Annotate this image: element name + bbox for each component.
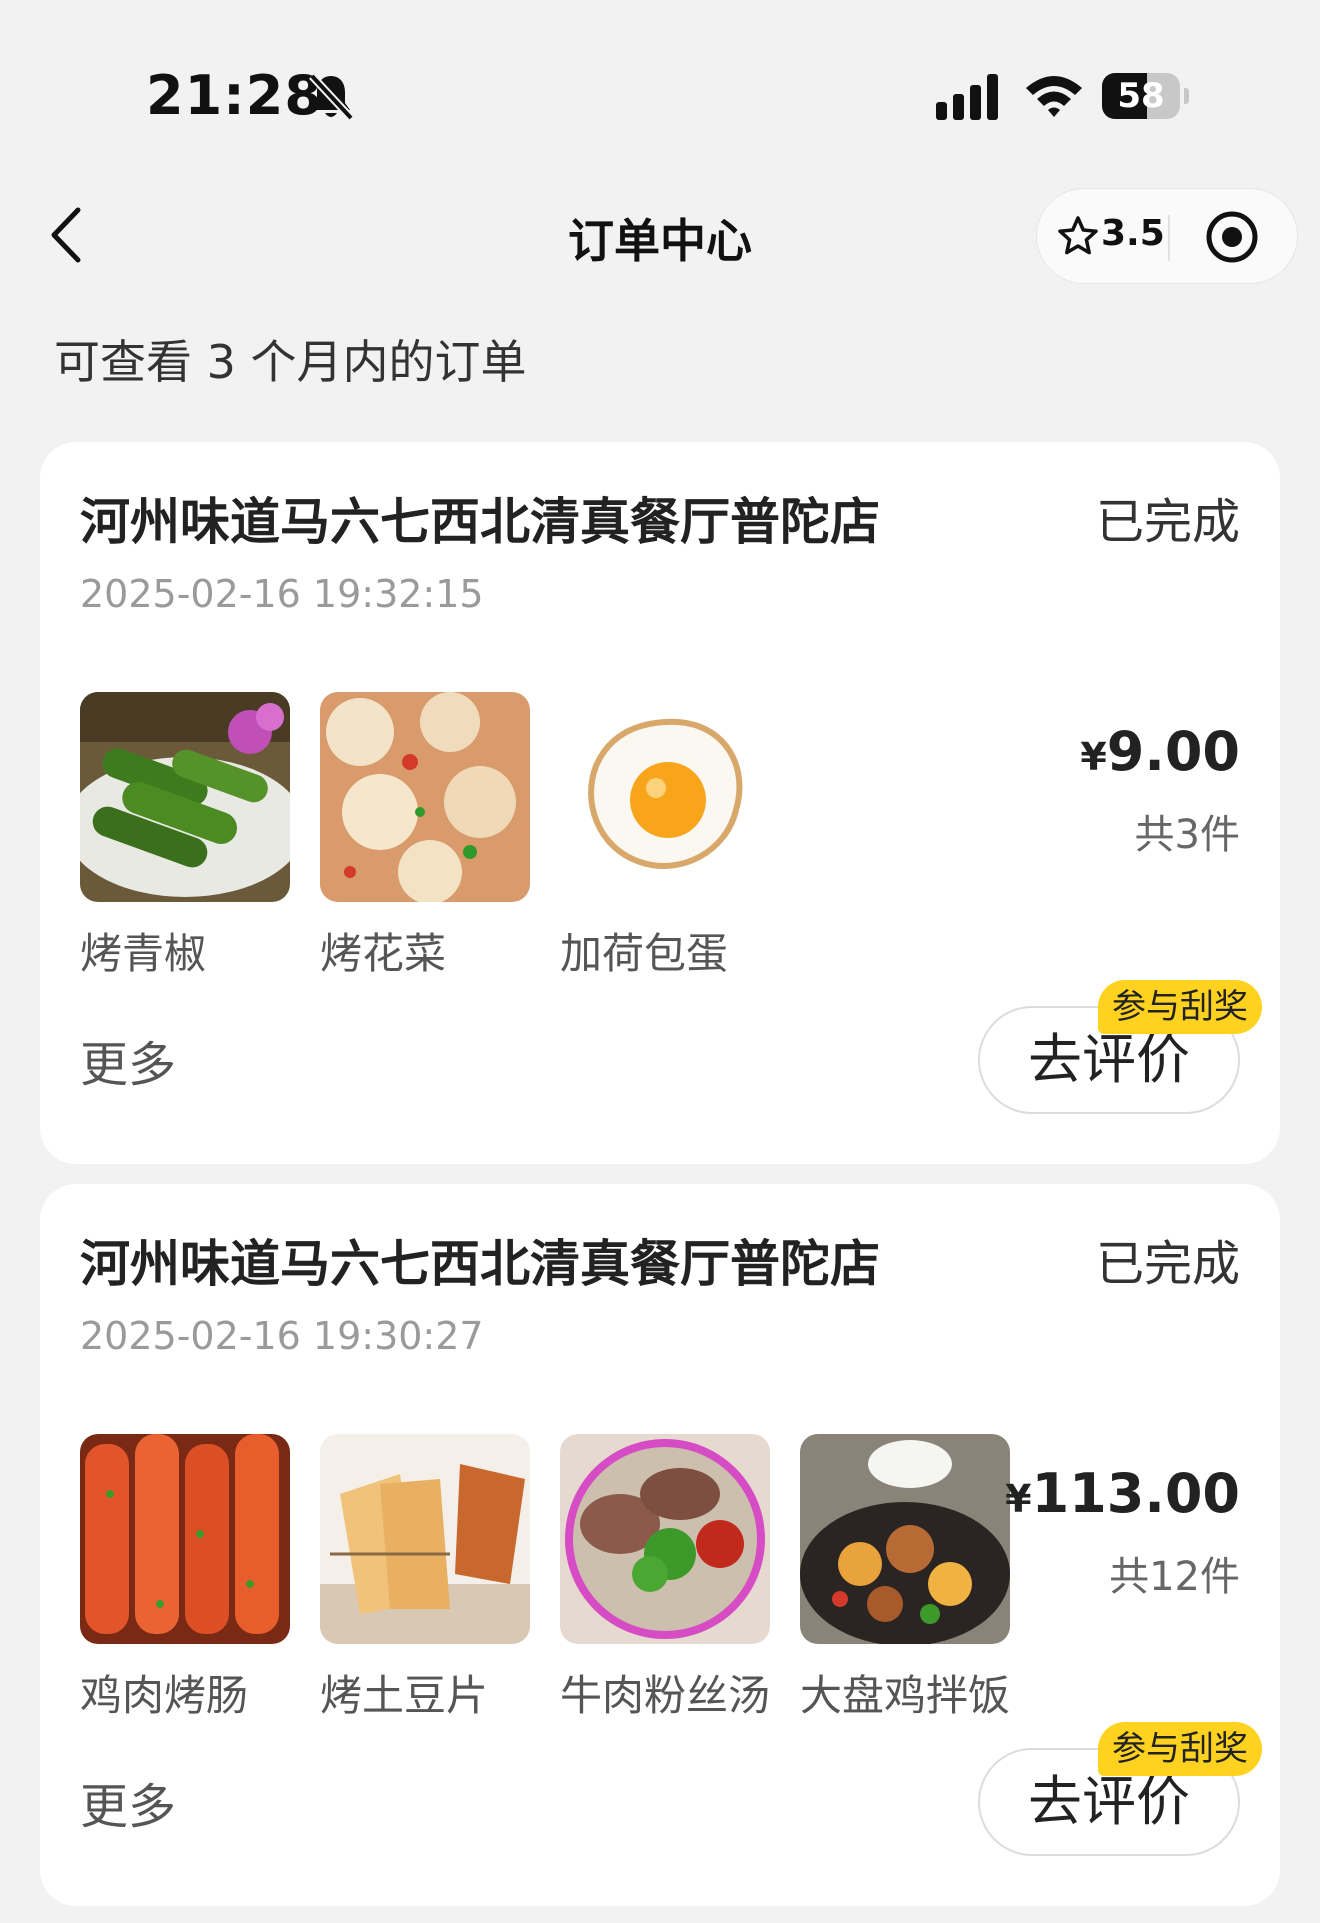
dish-item[interactable]: 牛肉粉丝汤 xyxy=(560,1434,770,1720)
status-bar: 21:28 58 xyxy=(0,0,1320,170)
battery-body: 58 xyxy=(1102,73,1180,119)
rating-value[interactable]: 3.5 xyxy=(1101,213,1165,254)
dish-image-big-plate-chicken-rice xyxy=(800,1434,1010,1644)
status-time: 21:28 xyxy=(146,64,323,127)
scratch-prize-badge: 参与刮奖 xyxy=(1098,980,1262,1034)
battery-percentage: 58 xyxy=(1117,76,1165,116)
order-status: 已完成 xyxy=(1095,1236,1240,1292)
battery-icon: 58 xyxy=(1102,73,1190,119)
order-card[interactable]: 河州味道马六七西北清真餐厅普陀店 已完成 2025-02-16 19:30:27… xyxy=(40,1184,1280,1906)
dish-name: 烤花菜 xyxy=(320,929,447,978)
dish-item[interactable]: 加荷包蛋 xyxy=(560,692,770,978)
shop-name[interactable]: 河州味道马六七西北清真餐厅普陀店 xyxy=(80,1224,880,1296)
dish-name: 鸡肉烤肠 xyxy=(80,1671,249,1720)
dish-image-grilled-green-pepper xyxy=(80,692,290,902)
dish-image-grilled-cauliflower xyxy=(320,692,530,902)
order-total-price: ¥9.00 xyxy=(1080,720,1240,783)
order-item-count: 共3件 xyxy=(1134,812,1240,858)
dish-item[interactable]: 鸡肉烤肠 xyxy=(80,1434,290,1720)
bell-slash-icon xyxy=(309,73,354,121)
signal-icon xyxy=(936,74,998,120)
dish-image-beef-vermicelli-soup xyxy=(560,1434,770,1644)
order-status: 已完成 xyxy=(1095,494,1240,550)
more-button[interactable]: 更多 xyxy=(80,1767,176,1837)
shop-name[interactable]: 河州味道马六七西北清真餐厅普陀店 xyxy=(80,482,880,554)
currency-symbol: ¥ xyxy=(1080,735,1107,779)
mini-program-capsule: 3.5 xyxy=(1036,188,1298,284)
currency-symbol: ¥ xyxy=(1005,1477,1032,1521)
dish-item[interactable]: 烤花菜 xyxy=(320,692,530,978)
dish-name: 烤土豆片 xyxy=(320,1671,489,1720)
more-button[interactable]: 更多 xyxy=(80,1025,176,1095)
dish-name: 大盘鸡拌饭 xyxy=(800,1671,1011,1720)
dish-image-chicken-sausage-skewers xyxy=(80,1434,290,1644)
capsule-divider xyxy=(1168,215,1170,261)
wifi-icon xyxy=(1026,76,1082,117)
order-time: 2025-02-16 19:30:27 xyxy=(80,1314,484,1358)
dish-item[interactable]: 烤青椒 xyxy=(80,692,290,978)
star-icon[interactable] xyxy=(1057,215,1099,257)
dish-image-grilled-potato-slices xyxy=(320,1434,530,1644)
battery-cap xyxy=(1184,88,1189,104)
dish-item[interactable]: 烤土豆片 xyxy=(320,1434,530,1720)
price-value: 9.00 xyxy=(1106,720,1240,783)
dish-image-fried-egg xyxy=(560,692,770,902)
order-time: 2025-02-16 19:32:15 xyxy=(80,572,484,616)
price-value: 113.00 xyxy=(1031,1462,1240,1525)
scratch-prize-badge: 参与刮奖 xyxy=(1098,1722,1262,1776)
order-range-notice: 可查看 3 个月内的订单 xyxy=(54,335,527,389)
order-card[interactable]: 河州味道马六七西北清真餐厅普陀店 已完成 2025-02-16 19:32:15… xyxy=(40,442,1280,1164)
order-item-count: 共12件 xyxy=(1109,1554,1240,1600)
dish-name: 牛肉粉丝汤 xyxy=(560,1671,771,1720)
dish-name: 烤青椒 xyxy=(80,929,207,978)
dish-item[interactable]: 大盘鸡拌饭 xyxy=(800,1434,1010,1720)
dish-name: 加荷包蛋 xyxy=(560,929,729,978)
target-icon[interactable] xyxy=(1205,210,1259,264)
order-total-price: ¥113.00 xyxy=(1005,1462,1240,1525)
